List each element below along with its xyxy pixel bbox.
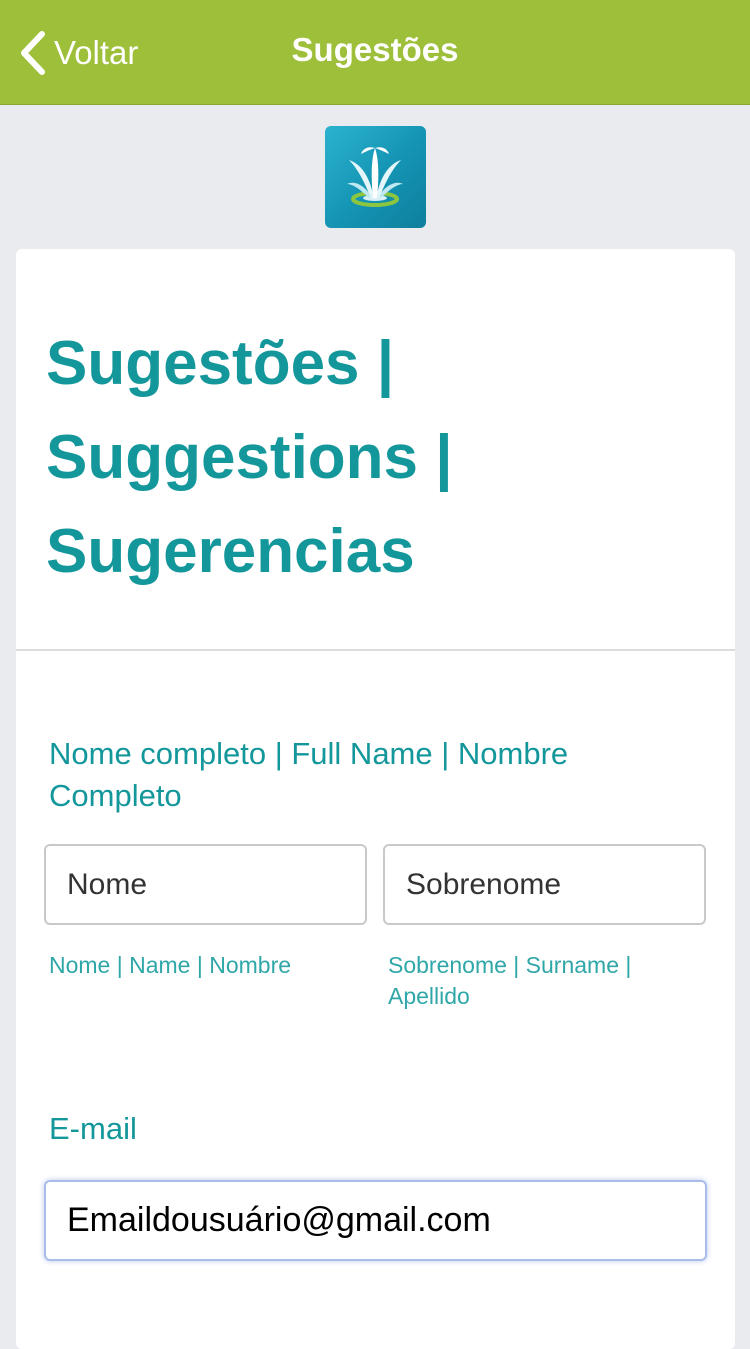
- suggestion-form-card: Sugestões | Suggestions | Sugerencias No…: [16, 249, 735, 1349]
- last-name-placeholder: Sobrenome: [406, 867, 562, 901]
- email-field[interactable]: Emaildousuário@gmail.com: [44, 1180, 707, 1261]
- page-title: Sugestões | Suggestions | Sugerencias: [46, 329, 453, 586]
- last-name-input[interactable]: Sobrenome: [383, 844, 706, 925]
- last-name-sublabel: Sobrenome | Surname | Apellido: [388, 952, 632, 1009]
- full-name-label: Nome completo | Full Name | Nombre Compl…: [49, 736, 569, 813]
- divider: [16, 649, 735, 651]
- first-name-placeholder: Nome: [67, 867, 148, 901]
- first-name-input[interactable]: Nome: [44, 844, 367, 925]
- email-value: Emaildousuário@gmail.com: [67, 1201, 491, 1239]
- nav-title: Sugestões: [291, 31, 459, 68]
- fountain-logo-icon: [347, 147, 403, 207]
- first-name-sublabel: Nome | Name | Nombre: [49, 952, 292, 978]
- email-label: E-mail: [49, 1111, 137, 1146]
- navigation-bar: Voltar Sugestões: [0, 0, 750, 105]
- app-logo: [325, 126, 426, 228]
